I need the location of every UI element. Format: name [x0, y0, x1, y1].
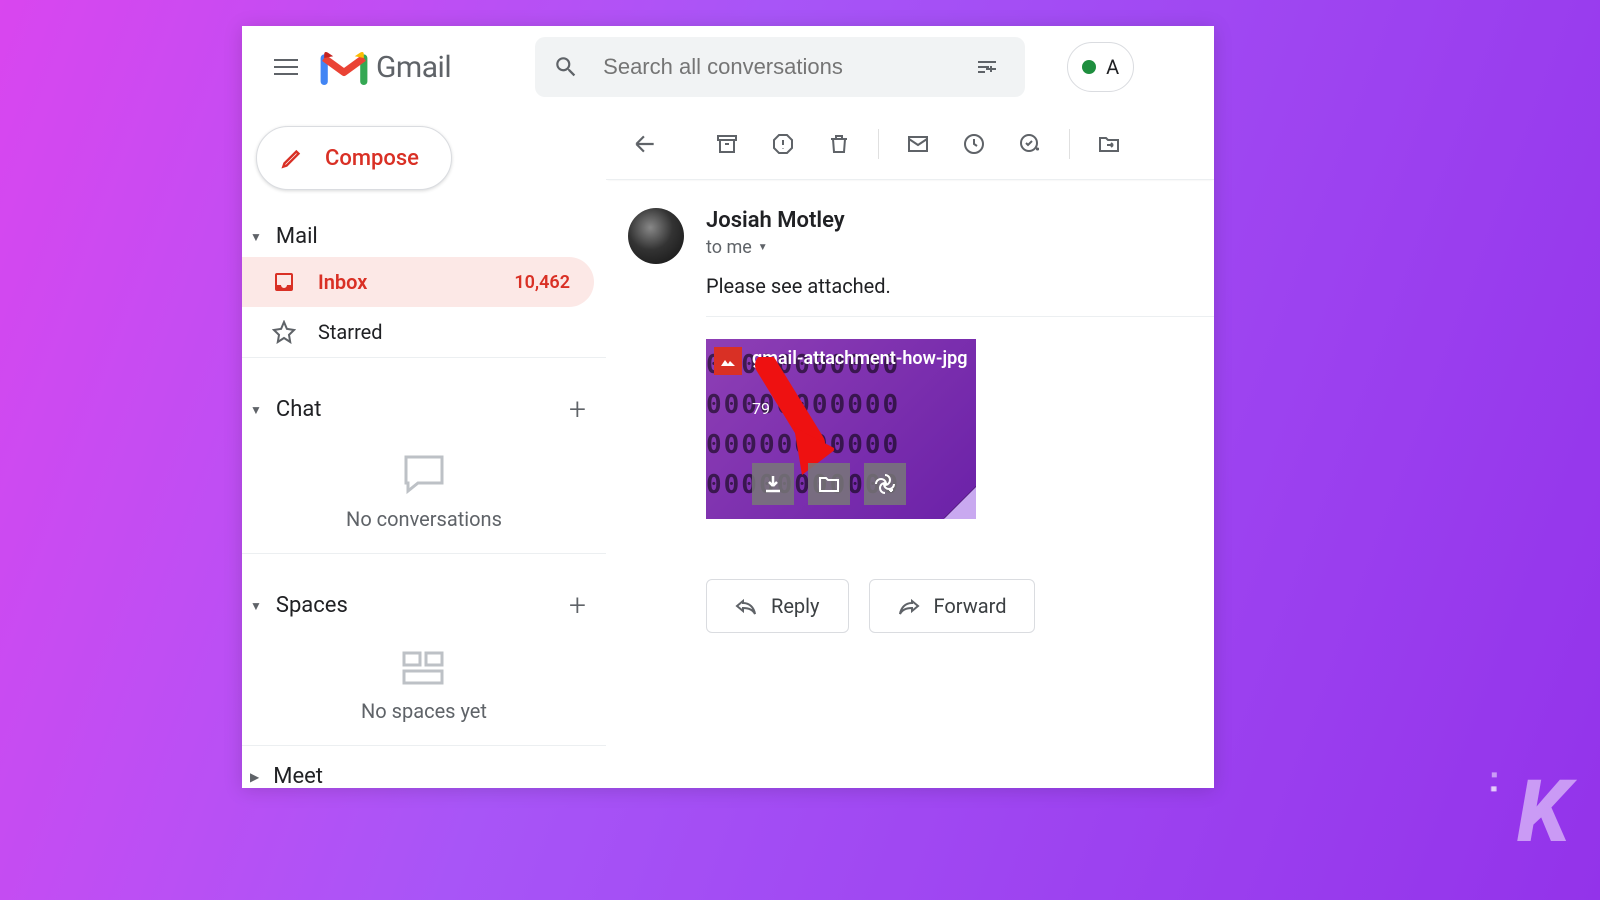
compose-button[interactable]: Compose [256, 126, 452, 190]
delete-icon [827, 132, 851, 156]
back-arrow-icon [632, 131, 658, 157]
caret-right-icon: ▶ [250, 770, 259, 784]
reply-button[interactable]: Reply [706, 579, 849, 633]
menu-icon [274, 66, 298, 68]
active-status-dot [1082, 60, 1096, 74]
section-chat-header[interactable]: ▼ Chat + [242, 382, 606, 435]
reply-actions: Reply Forward [706, 579, 1214, 633]
archive-icon [715, 132, 739, 156]
account-status-pill[interactable]: A [1067, 42, 1134, 92]
sender-name: Josiah Motley [706, 208, 845, 233]
snooze-icon [962, 132, 986, 156]
nav-starred[interactable]: Starred [242, 307, 594, 357]
mark-unread-icon [906, 132, 930, 156]
recipient-line[interactable]: to me ▼ [706, 237, 845, 258]
chat-empty-text: No conversations [346, 507, 502, 531]
annotation-arrow [744, 357, 834, 477]
section-meet-label: Meet [273, 764, 586, 788]
download-attachment-button[interactable] [752, 463, 794, 505]
spaces-empty-state: No spaces yet [242, 631, 606, 746]
star-icon [272, 320, 296, 344]
message-body: Please see attached. [706, 274, 1214, 298]
section-mail-header[interactable]: ▼ Mail [242, 214, 606, 257]
move-to-icon [1097, 132, 1121, 156]
image-type-badge [714, 347, 742, 375]
back-button[interactable] [620, 119, 670, 169]
search-options-button[interactable] [967, 47, 1007, 87]
inbox-icon [272, 270, 296, 294]
section-spaces-label: Spaces [276, 593, 569, 618]
gmail-m-icon [320, 49, 368, 85]
folder-icon [818, 475, 840, 493]
section-chat-label: Chat [276, 397, 569, 422]
spaces-empty-text: No spaces yet [361, 699, 487, 723]
compose-label: Compose [325, 146, 419, 171]
report-spam-icon [771, 132, 795, 156]
caret-down-icon: ▼ [250, 230, 262, 244]
delete-button[interactable] [814, 119, 864, 169]
report-spam-button[interactable] [758, 119, 808, 169]
search-bar[interactable] [535, 37, 1025, 97]
save-to-photos-button[interactable] [864, 463, 906, 505]
download-icon [763, 474, 783, 494]
chat-empty-state: No conversations [242, 435, 606, 554]
move-to-button[interactable] [1084, 119, 1134, 169]
caret-down-icon: ▼ [250, 599, 262, 613]
add-task-button[interactable] [1005, 119, 1055, 169]
save-to-drive-button[interactable] [808, 463, 850, 505]
nav-inbox-label: Inbox [318, 270, 514, 294]
add-task-icon [1018, 132, 1042, 156]
message-toolbar [606, 108, 1214, 180]
gmail-window: Gmail A Compose ▼ Mail [242, 26, 1214, 788]
forward-icon [898, 597, 920, 615]
tune-icon [975, 55, 999, 79]
section-spaces-header[interactable]: ▼ Spaces + [242, 578, 606, 631]
search-icon [553, 54, 579, 80]
section-mail-label: Mail [276, 224, 586, 249]
message-header: Josiah Motley to me ▼ [628, 208, 1214, 264]
forward-button[interactable]: Forward [869, 579, 1036, 633]
main-menu-button[interactable] [264, 45, 308, 89]
archive-button[interactable] [702, 119, 752, 169]
sender-avatar[interactable] [628, 208, 684, 264]
caret-down-icon: ▼ [250, 403, 262, 417]
message-pane: Josiah Motley to me ▼ Please see attache… [606, 108, 1214, 788]
header: Gmail A [242, 26, 1214, 108]
snooze-button[interactable] [949, 119, 999, 169]
nav-inbox-count: 10,462 [514, 272, 570, 293]
message-view: Josiah Motley to me ▼ Please see attache… [606, 180, 1214, 633]
mark-unread-button[interactable] [893, 119, 943, 169]
gmail-wordmark: Gmail [376, 50, 451, 85]
new-chat-button[interactable]: + [569, 392, 586, 427]
photos-icon [874, 473, 896, 495]
nav-inbox[interactable]: Inbox 10,462 [242, 257, 594, 307]
new-space-button[interactable]: + [569, 588, 586, 623]
attachment-card[interactable]: 0000000000000000000000000000000000000000… [706, 339, 976, 519]
sidebar: Compose ▼ Mail Inbox 10,462 Starred ▼ Ch… [242, 108, 606, 788]
pencil-icon [279, 145, 305, 171]
section-meet-header[interactable]: ▶ Meet [242, 754, 606, 788]
search-input[interactable] [603, 54, 967, 80]
chat-bubble-icon [400, 453, 448, 495]
status-label: A [1106, 55, 1119, 79]
spaces-icon [400, 649, 448, 687]
nav-starred-label: Starred [318, 320, 570, 344]
gmail-logo[interactable]: Gmail [320, 49, 451, 85]
caret-down-icon: ▼ [758, 242, 768, 253]
watermark-k: ▪ ▪▪K [1517, 761, 1564, 862]
reply-icon [735, 597, 757, 615]
